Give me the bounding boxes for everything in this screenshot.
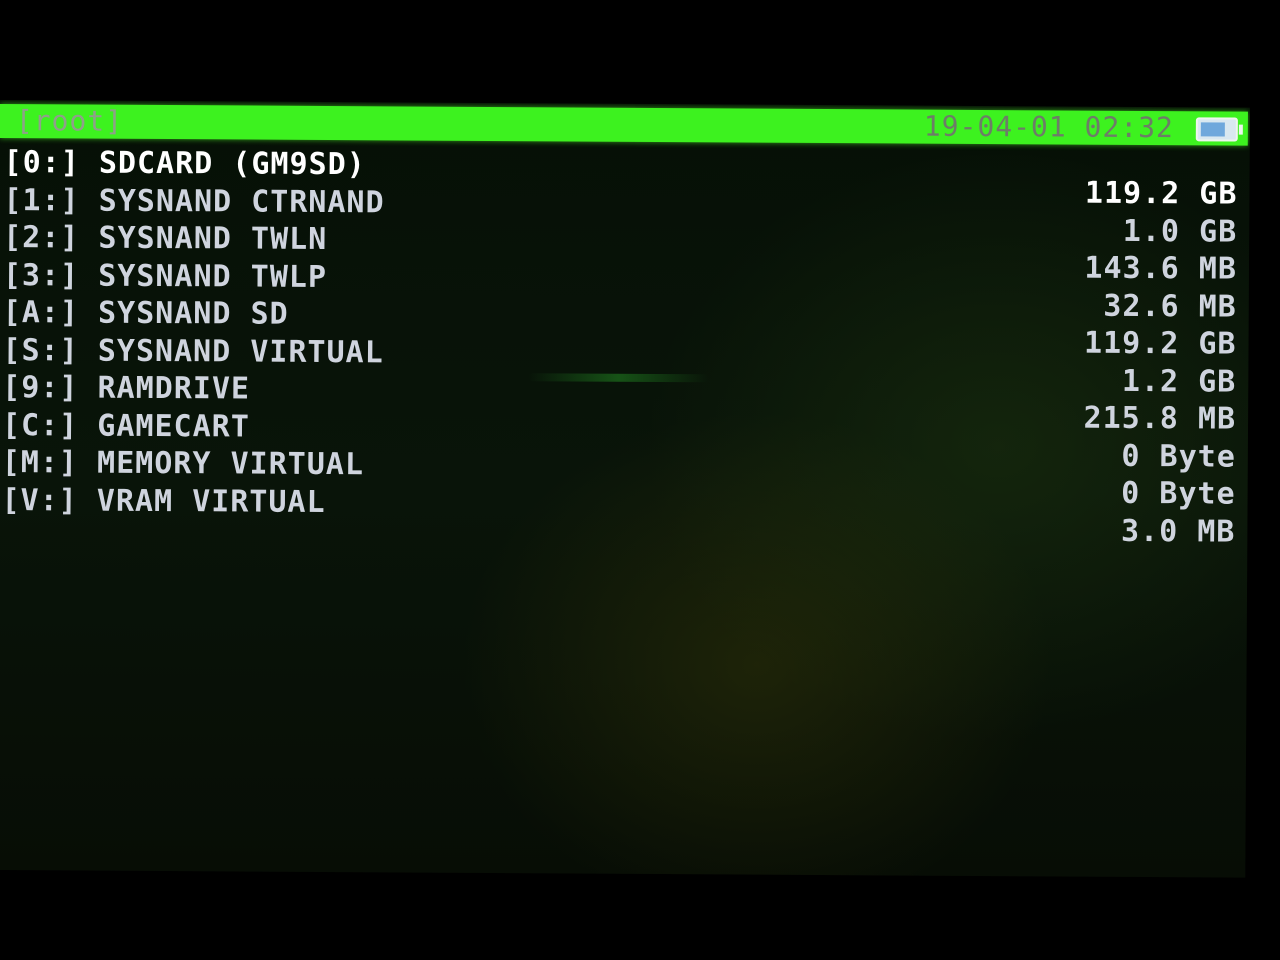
drive-label: [9:] RAMDRIVE <box>2 370 251 407</box>
drive-label: [3:] SYSNAND TWLP <box>2 257 328 295</box>
drive-label: [2:] SYSNAND TWLN <box>3 220 328 258</box>
drive-size: 3.0 MB <box>1120 513 1236 550</box>
drive-row-v[interactable]: [V:] VRAM VIRTUAL 3.0 MB <box>0 481 1246 550</box>
battery-icon <box>1195 117 1243 142</box>
drive-label: [C:] GAMECART <box>1 407 250 445</box>
drive-label: [S:] SYSNAND VIRTUAL <box>2 332 384 370</box>
screen-glare <box>528 373 709 383</box>
drive-label: [A:] SYSNAND SD <box>2 295 289 332</box>
clock: 19-04-01 02:32 <box>923 109 1174 145</box>
drive-label: [0:] SDCARD (GM9SD) <box>3 145 366 183</box>
drive-label: [M:] MEMORY VIRTUAL <box>1 445 365 483</box>
drive-label: [V:] VRAM VIRTUAL <box>1 482 326 520</box>
drive-label: [1:] SYSNAND CTRNAND <box>3 182 385 220</box>
screen: [root] 19-04-01 02:32 [0:] SDCARD (GM9SD… <box>0 100 1250 878</box>
top-status-bar: [root] 19-04-01 02:32 <box>0 103 1248 146</box>
drive-list: [0:] SDCARD (GM9SD) 119.2 GB [1:] SYSNAN… <box>0 144 1248 550</box>
current-path: [root] <box>15 104 124 138</box>
